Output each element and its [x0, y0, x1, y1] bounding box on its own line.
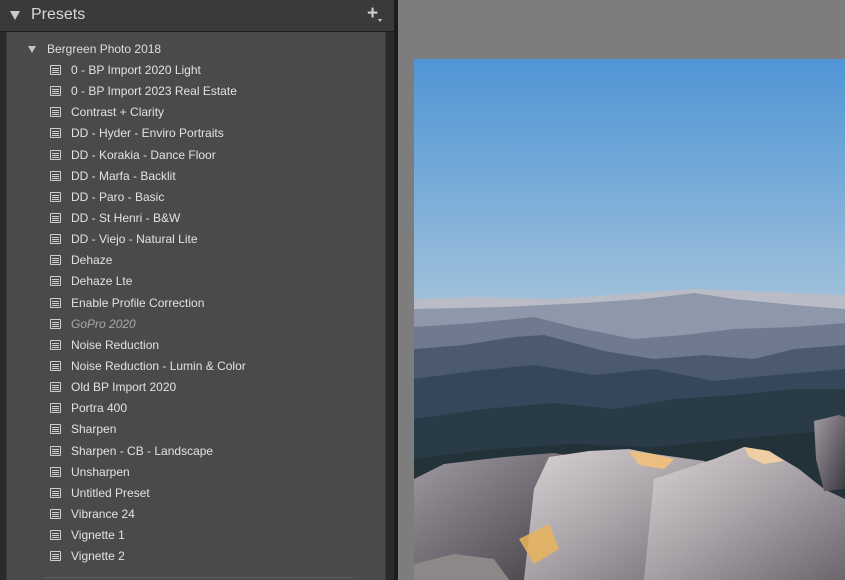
preset-list-icon	[50, 297, 61, 308]
preset-item[interactable]: 0 - BP Import 2020 Light	[7, 60, 385, 81]
add-preset-button[interactable]: +	[366, 4, 386, 26]
preset-label: Enable Profile Correction	[71, 295, 205, 310]
preset-label: DD - Paro - Basic	[71, 189, 165, 204]
preset-item[interactable]: Vibrance 24	[7, 504, 385, 525]
preset-item[interactable]: Unsharpen	[7, 462, 385, 483]
group-expanded-triangle-icon[interactable]	[28, 46, 36, 53]
preset-item[interactable]: DD - St Henri - B&W	[7, 208, 385, 229]
preset-label: 0 - BP Import 2023 Real Estate	[71, 84, 237, 99]
preset-list-icon	[50, 360, 61, 371]
preset-item[interactable]: Vignette 2	[7, 546, 385, 567]
preset-label: Contrast + Clarity	[71, 105, 165, 120]
panel-splitter[interactable]	[394, 0, 398, 580]
preset-label: Sharpen	[71, 422, 117, 437]
preset-label: Dehaze Lte	[71, 274, 133, 289]
preset-list-icon	[50, 86, 61, 97]
preset-label: Vignette 2	[71, 549, 125, 564]
preset-label: Dehaze	[71, 253, 113, 268]
preset-list-icon	[50, 551, 61, 562]
preset-list-icon	[50, 276, 61, 287]
preset-list-icon	[50, 234, 61, 245]
preset-list-icon	[50, 339, 61, 350]
preset-label: DD - Viejo - Natural Lite	[71, 232, 198, 247]
preset-list-icon	[50, 403, 61, 414]
preset-item[interactable]: 0 - BP Import 2023 Real Estate	[7, 81, 385, 102]
preset-item[interactable]: Old BP Import 2020	[7, 377, 385, 398]
preset-list-icon	[50, 170, 61, 181]
preset-list-icon	[50, 487, 61, 498]
preset-list-icon	[50, 445, 61, 456]
preset-label: Sharpen - CB - Landscape	[71, 443, 214, 458]
preset-label: Noise Reduction	[71, 337, 160, 352]
presets-panel: Presets + Bergreen Photo 2018 0 - BP Imp…	[0, 0, 394, 580]
preset-list-icon	[50, 149, 61, 160]
preset-item[interactable]: DD - Hyder - Enviro Portraits	[7, 123, 385, 144]
landscape-photo	[414, 59, 845, 580]
preset-list-icon	[50, 212, 61, 223]
preset-list-icon	[50, 530, 61, 541]
preset-list-icon	[50, 318, 61, 329]
preset-group-label: Bergreen Photo 2018	[47, 42, 162, 56]
preset-item[interactable]: Noise Reduction	[7, 335, 385, 356]
preset-item[interactable]: Vignette 1	[7, 525, 385, 546]
preset-item[interactable]: DD - Viejo - Natural Lite	[7, 229, 385, 250]
preset-item[interactable]: Portra 400	[7, 398, 385, 419]
presets-panel-header[interactable]: Presets +	[0, 0, 394, 32]
preset-list-icon	[50, 65, 61, 75]
preset-list: 0 - BP Import 2020 Light 0 - BP Import 2…	[7, 60, 385, 567]
dropdown-caret-icon	[378, 19, 382, 22]
preset-item[interactable]: GoPro 2020	[7, 314, 385, 335]
preset-list-icon	[50, 107, 61, 118]
preset-label: Unsharpen	[71, 464, 130, 479]
preset-item[interactable]: Sharpen	[7, 419, 385, 440]
preset-item[interactable]: Sharpen - CB - Landscape	[7, 441, 385, 462]
preset-label: 0 - BP Import 2020 Light	[71, 63, 201, 77]
preset-label: Vibrance 24	[71, 506, 135, 521]
preset-list-icon	[50, 382, 61, 393]
preset-item[interactable]: DD - Paro - Basic	[7, 187, 385, 208]
preset-label: Vignette 1	[71, 528, 125, 543]
preset-list-area: Bergreen Photo 2018 0 - BP Import 2020 L…	[6, 32, 386, 580]
preset-label: Noise Reduction - Lumin & Color	[71, 358, 246, 373]
preset-item[interactable]: DD - Korakia - Dance Floor	[7, 145, 385, 166]
preset-item[interactable]: Untitled Preset	[7, 483, 385, 504]
preset-label: GoPro 2020	[71, 316, 136, 331]
preset-list-icon	[50, 191, 61, 202]
preset-label: Old BP Import 2020	[71, 380, 177, 395]
panel-bottom-divider	[43, 577, 353, 578]
preset-item[interactable]: Noise Reduction - Lumin & Color	[7, 356, 385, 377]
panel-title: Presets	[31, 6, 86, 23]
preset-label: DD - Korakia - Dance Floor	[71, 147, 216, 162]
preset-list-icon	[50, 255, 61, 266]
preset-list-icon	[50, 466, 61, 477]
preset-label: DD - Hyder - Enviro Portraits	[71, 126, 224, 141]
preset-label: DD - Marfa - Backlit	[71, 168, 176, 183]
preset-list-icon	[50, 424, 61, 435]
preset-item[interactable]: Dehaze	[7, 250, 385, 271]
preset-label: DD - St Henri - B&W	[71, 210, 181, 225]
preset-label: Portra 400	[71, 401, 128, 416]
photo-preview[interactable]	[414, 59, 845, 580]
collapse-triangle-icon[interactable]	[10, 11, 20, 20]
preset-item[interactable]: Dehaze Lte	[7, 271, 385, 292]
preset-item[interactable]: Contrast + Clarity	[7, 102, 385, 123]
preset-item[interactable]: Enable Profile Correction	[7, 293, 385, 314]
preset-list-icon	[50, 508, 61, 519]
preset-label: Untitled Preset	[71, 485, 150, 500]
preset-item[interactable]: DD - Marfa - Backlit	[7, 166, 385, 187]
preset-group-row[interactable]: Bergreen Photo 2018	[7, 40, 385, 60]
plus-icon: +	[367, 3, 379, 24]
preset-list-icon	[50, 128, 61, 139]
